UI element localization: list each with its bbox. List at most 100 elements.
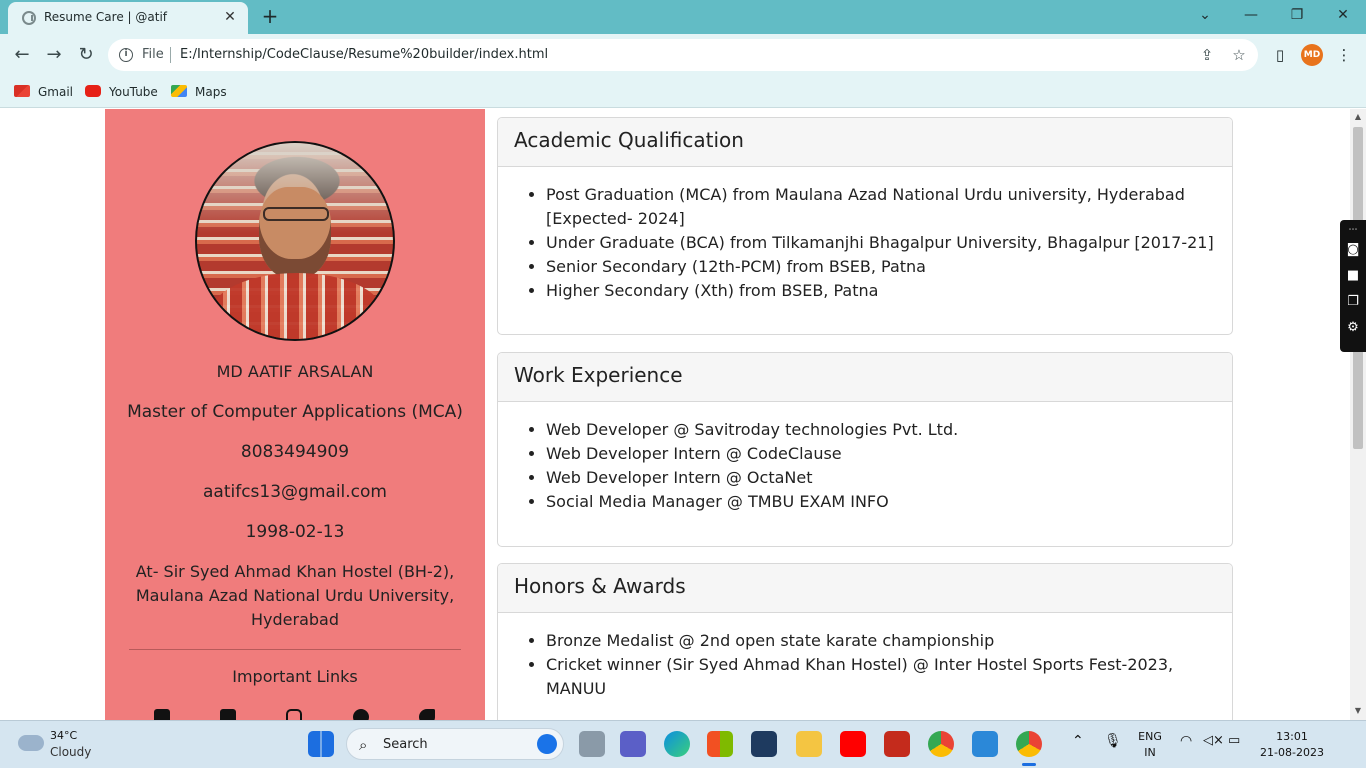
- list-item: Bronze Medalist @ 2nd open state karate …: [546, 629, 1216, 653]
- url-text[interactable]: E:/Internship/CodeClause/Resume%20builde…: [180, 47, 548, 62]
- card-title: Work Experience: [498, 353, 1232, 402]
- settings-gear-icon[interactable]: ⚙: [1344, 320, 1362, 336]
- linkedin-icon[interactable]: [220, 709, 236, 720]
- profile-avatar[interactable]: MD: [1301, 44, 1323, 66]
- gmail-icon: [14, 85, 30, 97]
- browser-toolbar: ← → ↻ i File E:/Internship/CodeClause/Re…: [0, 34, 1366, 76]
- academic-card: Academic Qualification Post Graduation (…: [497, 117, 1233, 335]
- weather-description[interactable]: Cloudy: [50, 745, 91, 759]
- maps-icon: [171, 85, 187, 97]
- video-camera-icon[interactable]: ■: [1344, 268, 1362, 284]
- photo-detail: [263, 207, 329, 221]
- screen-recorder-icon[interactable]: [884, 731, 910, 757]
- minimize-button[interactable]: —: [1237, 4, 1265, 26]
- close-tab-icon[interactable]: ✕: [220, 7, 240, 27]
- forward-button[interactable]: →: [42, 43, 66, 67]
- honors-card: Honors & Awards Bronze Medalist @ 2nd op…: [497, 563, 1233, 720]
- page-viewport: MD AATIF ARSALAN Master of Computer Appl…: [0, 109, 1350, 720]
- profile-phone: 8083494909: [240, 442, 350, 462]
- microphone-icon[interactable]: 🎙: [1104, 733, 1122, 749]
- scroll-up-icon[interactable]: ▲: [1353, 112, 1363, 122]
- twitter-icon[interactable]: [419, 709, 435, 720]
- file-scheme-label: File: [142, 47, 164, 62]
- back-button[interactable]: ←: [10, 43, 34, 67]
- work-card: Work Experience Web Developer @ Savitrod…: [497, 352, 1233, 547]
- clock-date[interactable]: 21-08-2023: [1260, 746, 1324, 759]
- clock-time[interactable]: 13:01: [1260, 730, 1324, 743]
- list-item: Web Developer @ Savitroday technologies …: [546, 418, 1216, 442]
- chrome-profile-icon[interactable]: [1016, 731, 1042, 757]
- weather-temperature[interactable]: 34°C: [50, 729, 77, 742]
- omnibox-divider: [170, 47, 171, 63]
- volume-muted-icon[interactable]: ◁×: [1203, 733, 1224, 748]
- task-view-icon[interactable]: [579, 731, 605, 757]
- search-label: Search: [383, 737, 428, 752]
- bookmark-label: Maps: [195, 85, 227, 99]
- honors-list: Bronze Medalist @ 2nd open state karate …: [514, 629, 1216, 701]
- chevron-up-icon[interactable]: ⌃: [1072, 733, 1084, 749]
- tab-search-chevron-icon[interactable]: ⌄: [1191, 4, 1219, 26]
- scroll-down-icon[interactable]: ▼: [1353, 706, 1363, 716]
- page-scrollbar[interactable]: ▲ ▼: [1350, 109, 1366, 720]
- windows-taskbar: 34°C Cloudy ⌕ Search ⌃ 🎙 ENG IN ◠ ◁× ▭ 1…: [0, 720, 1366, 768]
- file-explorer-icon[interactable]: [796, 731, 822, 757]
- bookmark-label: YouTube: [109, 85, 158, 99]
- new-tab-button[interactable]: +: [258, 5, 282, 29]
- bing-icon[interactable]: [537, 734, 557, 754]
- profile-photo: [195, 141, 395, 341]
- bookmark-star-icon[interactable]: ☆: [1230, 46, 1248, 64]
- screen-capture-extension-panel: ⋯ ◙ ■ ❐ ⚙: [1340, 220, 1366, 352]
- list-item: Under Graduate (BCA) from Tilkamanjhi Bh…: [546, 231, 1216, 255]
- wifi-icon[interactable]: ◠: [1180, 733, 1192, 749]
- profile-degree: Master of Computer Applications (MCA): [127, 402, 463, 422]
- share-icon[interactable]: ⇪: [1198, 46, 1216, 64]
- microsoft-store-icon[interactable]: [707, 731, 733, 757]
- list-item: Web Developer Intern @ CodeClause: [546, 442, 1216, 466]
- profile-address-line2: Maulana Azad National Urdu University,: [135, 586, 455, 605]
- teams-icon[interactable]: [620, 731, 646, 757]
- bookmark-maps[interactable]: Maps: [171, 83, 227, 101]
- youtube-app-icon[interactable]: [840, 731, 866, 757]
- close-window-button[interactable]: ✕: [1329, 4, 1357, 26]
- dev-app-icon[interactable]: [751, 731, 777, 757]
- tab-title: Resume Care | @atif: [44, 10, 167, 24]
- window-capture-icon[interactable]: ❐: [1344, 294, 1362, 310]
- tab-strip: Resume Care | @atif ✕ + ⌄ — ❐ ✕: [0, 0, 1366, 34]
- photos-icon[interactable]: [972, 731, 998, 757]
- profile-name: MD AATIF ARSALAN: [216, 362, 374, 381]
- side-panel-icon[interactable]: ▯: [1270, 45, 1290, 65]
- photo-detail: [211, 273, 383, 339]
- sidebar-divider: [129, 649, 461, 650]
- search-icon: ⌕: [359, 736, 368, 754]
- instagram-icon[interactable]: [286, 709, 302, 720]
- language-line1[interactable]: ENG: [1137, 730, 1163, 743]
- facebook-icon[interactable]: [353, 709, 369, 720]
- active-app-indicator: [1022, 763, 1036, 766]
- chrome-icon[interactable]: [928, 731, 954, 757]
- pin-more-icon[interactable]: ⋯: [1344, 222, 1362, 238]
- list-item: Post Graduation (MCA) from Maulana Azad …: [546, 183, 1216, 231]
- browser-tab-active[interactable]: Resume Care | @atif ✕: [8, 2, 248, 34]
- info-icon[interactable]: i: [119, 48, 133, 62]
- links-heading: Important Links: [232, 667, 358, 686]
- taskbar-search[interactable]: ⌕ Search: [346, 728, 564, 760]
- bookmarks-bar: Gmail YouTube Maps: [0, 76, 1366, 108]
- address-bar[interactable]: i File E:/Internship/CodeClause/Resume%2…: [108, 39, 1258, 71]
- work-list: Web Developer @ Savitroday technologies …: [514, 418, 1216, 514]
- menu-kebab-icon[interactable]: ⋮: [1334, 45, 1354, 65]
- youtube-icon: [85, 85, 101, 97]
- bookmark-gmail[interactable]: Gmail: [14, 83, 73, 101]
- bookmark-youtube[interactable]: YouTube: [85, 83, 158, 101]
- reload-button[interactable]: ↻: [74, 43, 98, 67]
- windows-start-icon[interactable]: [308, 731, 334, 757]
- profile-sidebar: MD AATIF ARSALAN Master of Computer Appl…: [105, 109, 485, 720]
- camera-icon[interactable]: ◙: [1344, 242, 1362, 258]
- profile-address-line1: At- Sir Syed Ahmad Khan Hostel (BH-2),: [135, 562, 455, 581]
- edge-icon[interactable]: [664, 731, 690, 757]
- battery-icon[interactable]: ▭: [1228, 733, 1240, 748]
- list-item: Senior Secondary (12th-PCM) from BSEB, P…: [546, 255, 1216, 279]
- cloud-icon[interactable]: [18, 735, 44, 751]
- github-icon[interactable]: [154, 709, 170, 720]
- restore-button[interactable]: ❐: [1283, 4, 1311, 26]
- language-line2[interactable]: IN: [1137, 746, 1163, 759]
